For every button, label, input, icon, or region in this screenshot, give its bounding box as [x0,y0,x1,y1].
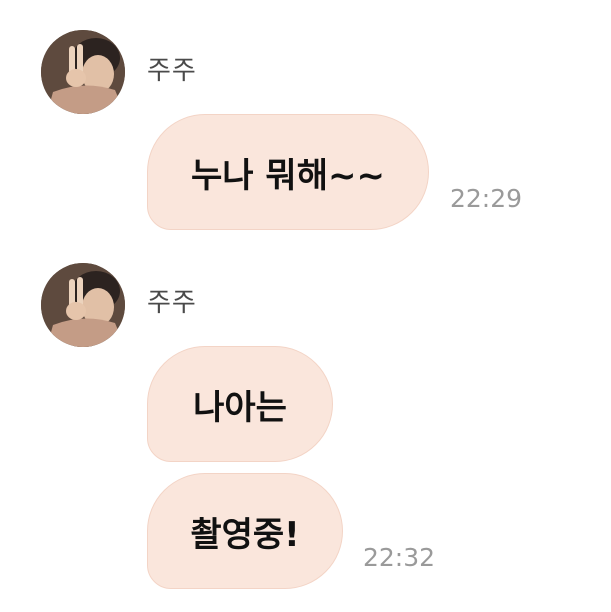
message-timestamp: 22:32 [363,543,436,572]
message-timestamp: 22:29 [450,184,523,213]
message-bubble[interactable]: 나아는 [147,346,333,462]
message-bubble[interactable]: 누나 뭐해~~ [147,114,429,230]
message-text: 촬영중! [190,514,300,555]
message-text: 나아는 [193,387,287,428]
avatar[interactable] [41,30,125,114]
sender-name: 주주 [147,56,197,86]
avatar[interactable] [41,263,125,347]
message-bubble[interactable]: 촬영중! [147,473,343,589]
message-text: 누나 뭐해~~ [191,155,385,196]
sender-name: 주주 [147,288,197,318]
